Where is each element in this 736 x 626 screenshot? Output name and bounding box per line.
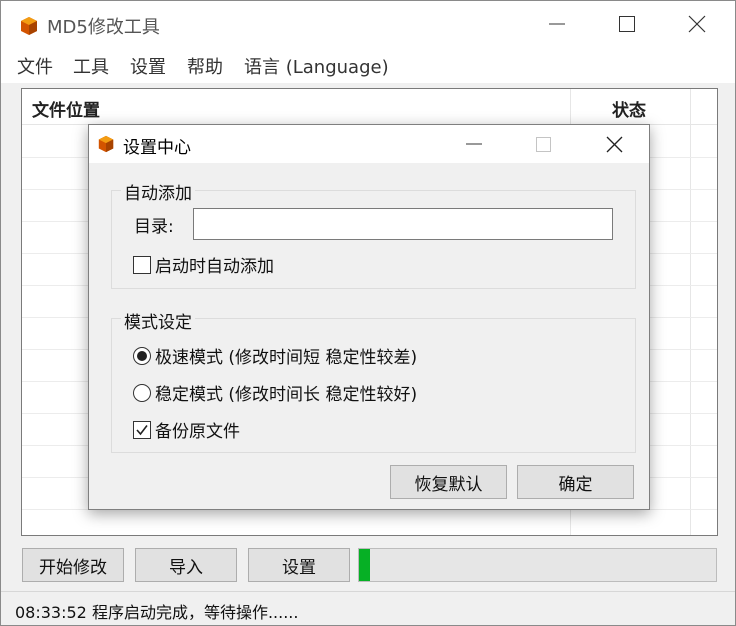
ok-button[interactable]: 确定	[517, 465, 634, 499]
mode-group-label: 模式设定	[121, 308, 195, 333]
fast-mode-label: 极速模式 (修改时间短 稳定性较差)	[155, 348, 418, 368]
close-icon	[688, 15, 706, 33]
maximize-icon	[535, 136, 551, 152]
menu-settings[interactable]: 设置	[130, 53, 166, 79]
backup-original-label: 备份原文件	[155, 422, 240, 442]
maximize-icon	[619, 16, 635, 32]
app-logo-icon	[98, 135, 114, 153]
checkbox-box	[133, 420, 151, 439]
dialog-maximize-button	[508, 125, 578, 163]
maximize-button[interactable]	[592, 1, 662, 47]
auto-add-on-startup-label: 启动时自动添加	[155, 257, 274, 277]
start-modify-button[interactable]: 开始修改	[22, 548, 124, 582]
settings-button[interactable]: 设置	[248, 548, 350, 582]
radio-circle	[133, 346, 151, 365]
directory-input[interactable]	[193, 208, 613, 240]
auto-add-group-label: 自动添加	[121, 179, 195, 204]
dialog-title-bar[interactable]: 设置中心	[89, 125, 649, 163]
minimize-button[interactable]	[522, 1, 592, 47]
status-text: 08:33:52 程序启动完成，等待操作......	[15, 603, 299, 622]
progress-bar	[358, 548, 717, 582]
dialog-minimize-button[interactable]	[439, 125, 509, 163]
stable-mode-radio[interactable]: 稳定模式 (修改时间长 稳定性较好)	[133, 380, 417, 405]
stable-mode-label: 稳定模式 (修改时间长 稳定性较好)	[155, 385, 418, 405]
column-header-file-location[interactable]: 文件位置	[32, 96, 100, 121]
close-icon	[606, 136, 622, 152]
menu-help[interactable]: 帮助	[187, 53, 223, 79]
close-button[interactable]	[662, 1, 732, 47]
column-header-status[interactable]: 状态	[612, 96, 646, 121]
dialog-title: 设置中心	[123, 138, 191, 158]
directory-label: 目录:	[134, 217, 174, 237]
restore-defaults-button[interactable]: 恢复默认	[390, 465, 507, 499]
auto-add-on-startup-checkbox[interactable]: 启动时自动添加	[133, 252, 274, 277]
dialog-close-button[interactable]	[579, 125, 649, 163]
list-header: 文件位置 状态	[22, 89, 717, 125]
minimize-icon	[549, 23, 565, 25]
status-bar: 08:33:52 程序启动完成，等待操作......	[1, 591, 735, 625]
menu-bar: 文件 工具 设置 帮助 语言 (Language)	[1, 47, 735, 83]
progress-fill	[359, 549, 370, 581]
menu-tools[interactable]: 工具	[73, 53, 109, 79]
app-logo-icon	[21, 17, 37, 35]
title-bar[interactable]: MD5修改工具	[1, 1, 735, 47]
radio-selected-dot	[137, 350, 147, 361]
import-button[interactable]: 导入	[135, 548, 237, 582]
fast-mode-radio[interactable]: 极速模式 (修改时间短 稳定性较差)	[133, 343, 417, 368]
backup-original-checkbox[interactable]: 备份原文件	[133, 417, 240, 442]
settings-dialog: 设置中心 自动添加 目录: 启动时自动添加 模式设定 极速模式 (修改时间短 稳…	[88, 124, 650, 510]
checkmark-icon	[136, 424, 148, 435]
window-title: MD5修改工具	[47, 17, 160, 38]
menu-file[interactable]: 文件	[17, 53, 53, 79]
minimize-icon	[466, 143, 482, 145]
checkbox-box	[133, 255, 151, 274]
radio-circle	[133, 383, 151, 402]
menu-language[interactable]: 语言 (Language)	[244, 53, 389, 79]
